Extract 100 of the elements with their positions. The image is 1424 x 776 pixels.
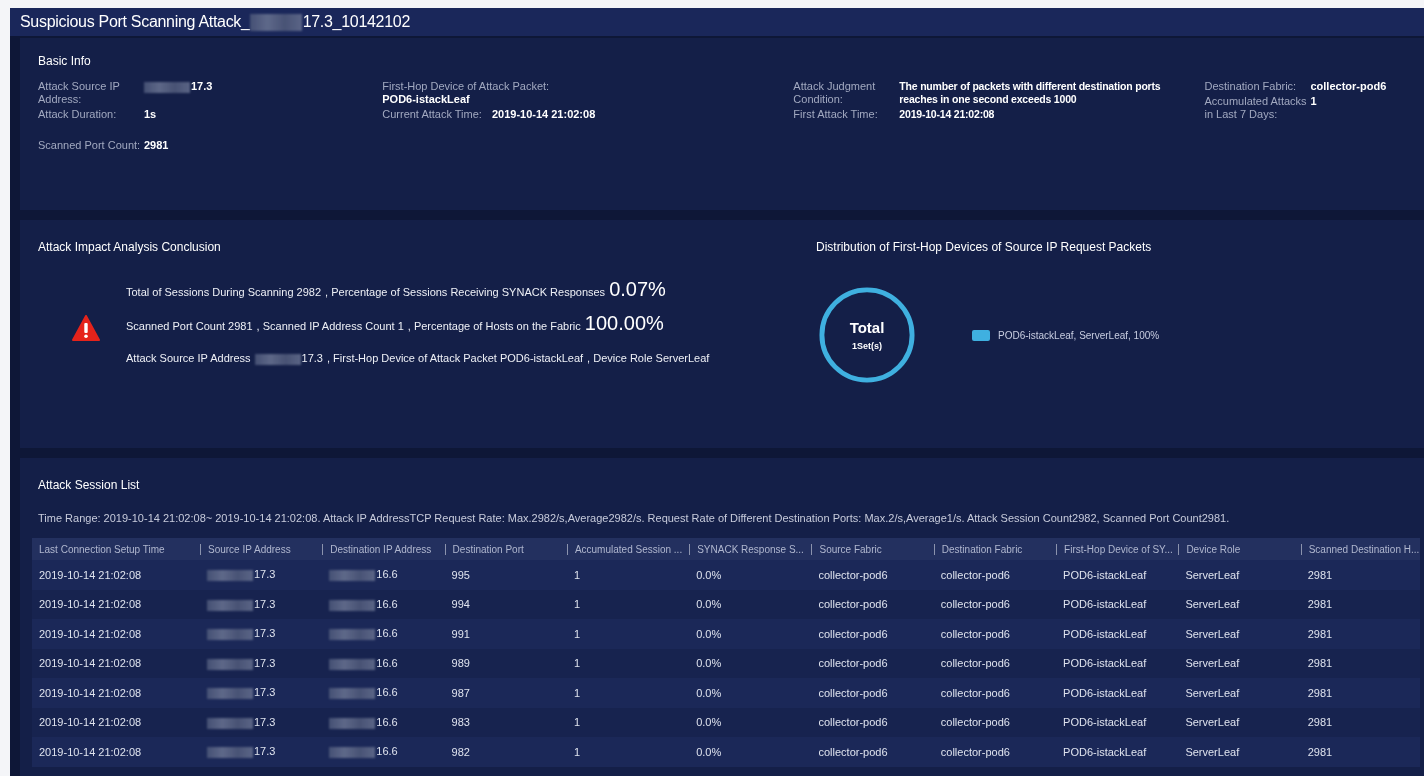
column-header[interactable]: Source IP Address bbox=[200, 543, 323, 555]
column-header[interactable]: Destination Port bbox=[444, 543, 567, 555]
table-cell-text: 983 bbox=[450, 716, 471, 729]
table-cell: 16.6 bbox=[322, 715, 445, 729]
table-cell-text: 1 bbox=[572, 627, 581, 640]
table-cell-text: 1 bbox=[572, 568, 581, 581]
table-cell-text: collector-pod6 bbox=[817, 657, 889, 670]
table-cell: 16.6 bbox=[322, 686, 445, 700]
column-header[interactable]: Scanned Destination H... bbox=[1300, 543, 1423, 555]
table-cell-text: ServerLeaf bbox=[1184, 598, 1241, 611]
table-cell-text: 2019-10-14 21:02:08 bbox=[38, 568, 143, 581]
table-cell-text: collector-pod6 bbox=[939, 745, 1011, 758]
table-cell-text: collector-pod6 bbox=[939, 657, 1011, 670]
field-value: 1 bbox=[1310, 95, 1317, 108]
table-cell-text: ServerLeaf bbox=[1184, 657, 1241, 670]
table-cell-text: 0.0% bbox=[695, 745, 723, 758]
field-value: 2019-10-14 21:02:08 bbox=[491, 108, 596, 121]
table-cell: 16.6 bbox=[322, 568, 445, 582]
field-value: The number of packets with different destination ports reaches in one second exceeds 1000 bbox=[899, 80, 1162, 106]
field-label: Current Attack Time: bbox=[382, 108, 482, 121]
table-cell-text: 0.0% bbox=[695, 716, 723, 729]
percentage-value: 0.07% bbox=[609, 278, 666, 301]
table-cell-text: 0.0% bbox=[695, 568, 723, 581]
table-row[interactable]: 2019-10-14 21:02:08 17.3 16.6 989 1 0.0% collector-pod6 collector-pod6 POD6-istackLeaf ServerLeaf 2981 bbox=[32, 648, 1420, 678]
table-cell-text: 0.0% bbox=[695, 657, 723, 670]
table-cell-text: ServerLeaf bbox=[1184, 686, 1241, 699]
table-cell-text: ServerLeaf bbox=[1184, 627, 1241, 640]
table-cell-text: 2981 bbox=[1306, 686, 1334, 699]
table-cell-text: collector-pod6 bbox=[817, 716, 889, 729]
conclusion-text: , Device Role ServerLeaf bbox=[587, 352, 710, 364]
table-cell-text: 994 bbox=[450, 598, 471, 611]
column-header[interactable]: Device Role bbox=[1178, 543, 1301, 555]
field-value: 1s bbox=[144, 108, 157, 121]
table-cell-text: 2981 bbox=[1306, 745, 1334, 758]
table-cell-text: 2981 bbox=[1306, 568, 1334, 581]
field-value: 2019-10-14 21:02:08 bbox=[899, 108, 996, 121]
column-header[interactable]: Destination IP Address bbox=[322, 543, 445, 555]
table-cell-text: 982 bbox=[450, 745, 471, 758]
field-label: Attack Judgment Condition: bbox=[793, 80, 877, 106]
table-cell-text: 2019-10-14 21:02:08 bbox=[38, 598, 143, 611]
table-cell-text: 2981 bbox=[1306, 657, 1334, 670]
summary-text: Time Range: 2019-10-14 21:02:08~ 2019-10-14 21:02:08. Attack IP AddressTCP Request Rate: Max.2982/s,Average2982/s. Request Rate of Different Destination Ports: Max.2/s,Average1/s. Attack Session Count2982, Scanned Port Count2981. bbox=[38, 512, 1231, 524]
donut-total-value: 1Set(s) bbox=[852, 341, 882, 351]
column-header[interactable]: SYNACK Response S... bbox=[689, 543, 812, 555]
table-cell-text: 2019-10-14 21:02:08 bbox=[38, 686, 143, 699]
table-cell-text: 2981 bbox=[1306, 598, 1334, 611]
donut-total-label: Total bbox=[849, 319, 885, 336]
table-row[interactable]: 2019-10-14 21:02:08 17.3 16.6 994 1 0.0% collector-pod6 collector-pod6 POD6-istackLeaf ServerLeaf 2981 bbox=[32, 589, 1420, 619]
section-title: Distribution of First-Hop Devices of Source IP Request Packets bbox=[816, 240, 1153, 254]
table-cell: 17.3 bbox=[200, 745, 323, 759]
table-cell: 17.3 bbox=[200, 686, 323, 700]
table-cell-text: 2981 bbox=[1306, 627, 1334, 640]
table-cell-text: collector-pod6 bbox=[817, 598, 889, 611]
table-cell-text: 2981 bbox=[1306, 716, 1334, 729]
table-cell: 16.6 bbox=[322, 627, 445, 641]
field-label: Scanned Port Count: bbox=[38, 139, 142, 152]
column-header[interactable]: Last Connection Setup Time bbox=[32, 543, 200, 555]
column-header[interactable]: Accumulated Session ... bbox=[566, 543, 690, 555]
field-label: Destination Fabric: bbox=[1204, 80, 1298, 93]
field-label: Attack Source IP Address: bbox=[38, 80, 121, 106]
table-row[interactable]: 2019-10-14 21:02:08 17.3 16.6 987 1 0.0% collector-pod6 collector-pod6 POD6-istackLeaf ServerLeaf 2981 bbox=[32, 678, 1420, 708]
table-row[interactable]: 2019-10-14 21:02:08 17.3 16.6 982 1 0.0% collector-pod6 collector-pod6 POD6-istackLeaf ServerLeaf 2981 bbox=[32, 737, 1420, 767]
table-row[interactable]: 2019-10-14 21:02:08 17.3 16.6 995 1 0.0% collector-pod6 collector-pod6 POD6-istackLeaf ServerLeaf 2981 bbox=[32, 560, 1420, 590]
table-cell-text: 1 bbox=[572, 598, 581, 611]
table-cell-text: ServerLeaf bbox=[1184, 568, 1241, 581]
table-cell-text: collector-pod6 bbox=[939, 686, 1011, 699]
table-cell-text: collector-pod6 bbox=[817, 745, 889, 758]
table-row[interactable]: 2019-10-14 21:02:08 17.3 16.6 991 1 0.0% collector-pod6 collector-pod6 POD6-istackLeaf ServerLeaf 2981 bbox=[32, 619, 1420, 649]
field-label: First-Hop Device of Attack Packet: bbox=[382, 80, 550, 93]
window-title: Suspicious Port Scanning Attack_ 17.3_10142102 bbox=[20, 12, 410, 32]
table-cell-text: POD6-istackLeaf bbox=[1062, 686, 1148, 699]
table-cell-text: 0.0% bbox=[695, 627, 723, 640]
table-cell-text: 989 bbox=[450, 657, 471, 670]
field-label: First Attack Time: bbox=[793, 108, 879, 121]
table-cell-text: 991 bbox=[450, 627, 471, 640]
table-cell-text: collector-pod6 bbox=[939, 568, 1011, 581]
table-cell-text: collector-pod6 bbox=[817, 686, 889, 699]
percentage-value: 100.00% bbox=[584, 312, 664, 335]
table-cell-text: 0.0% bbox=[695, 686, 723, 699]
table-row[interactable]: 2019-10-14 21:02:08 17.3 16.6 983 1 0.0% collector-pod6 collector-pod6 POD6-istackLeaf ServerLeaf 2981 bbox=[32, 707, 1420, 737]
conclusion-text: , Scanned IP Address Count 1 bbox=[256, 320, 404, 332]
conclusion-text: Scanned Port Count 2981 bbox=[126, 320, 253, 332]
table-cell-text: collector-pod6 bbox=[939, 598, 1011, 611]
column-header[interactable]: Source Fabric bbox=[811, 543, 934, 555]
table-cell-text: POD6-istackLeaf bbox=[1062, 716, 1148, 729]
table-cell: 17.3 bbox=[200, 568, 323, 582]
legend-label: POD6-istackLeaf, ServerLeaf, 100% bbox=[998, 329, 1160, 341]
field-label: Accumulated Attacks in Last 7 Days: bbox=[1204, 95, 1308, 121]
column-header[interactable]: Destination Fabric bbox=[933, 543, 1057, 555]
field-value: POD6-istackLeaf bbox=[382, 93, 470, 106]
section-title: Attack Session List bbox=[38, 478, 141, 492]
field-value: 2981 bbox=[144, 139, 169, 152]
column-header[interactable]: First-Hop Device of SY... bbox=[1056, 543, 1179, 555]
field-value: collector-pod6 bbox=[1310, 80, 1387, 93]
table-cell-text: ServerLeaf bbox=[1184, 716, 1241, 729]
table-cell-text: 1 bbox=[572, 745, 581, 758]
conclusion-text: 17.3 bbox=[254, 352, 323, 365]
table-cell-text: 995 bbox=[450, 568, 471, 581]
table-cell-text: collector-pod6 bbox=[939, 627, 1011, 640]
table-cell-text: 2019-10-14 21:02:08 bbox=[38, 716, 143, 729]
